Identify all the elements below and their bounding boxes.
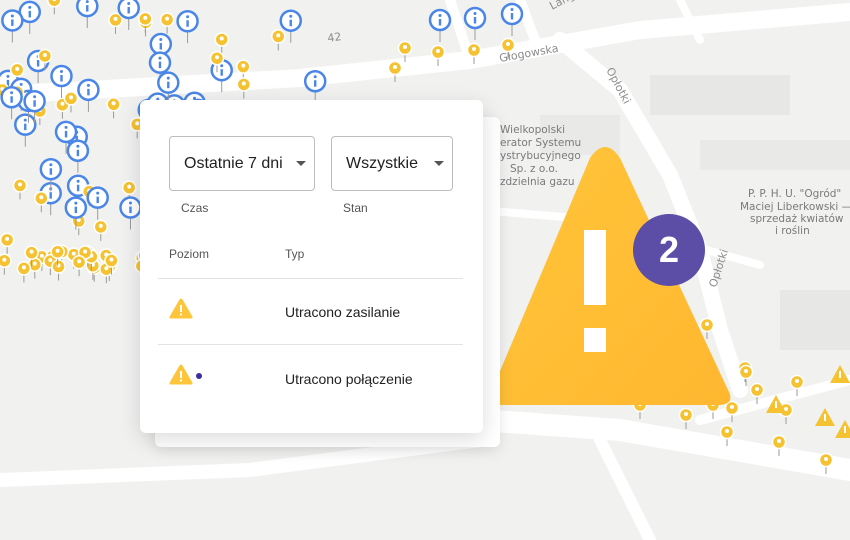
caret-down-icon [296,161,306,166]
unread-dot [196,373,202,379]
time-filter-select[interactable]: Ostatnie 7 dni [169,136,315,191]
svg-text:i roślin: i roślin [775,225,810,237]
alert-count-badge: 2 [633,214,705,286]
svg-text:Wielkopolski: Wielkopolski [500,124,565,136]
warning-icon [169,298,193,319]
time-filter-value: Ostatnie 7 dni [184,154,283,172]
table-divider [158,278,463,279]
street-label-road-number: 42 [327,30,343,45]
svg-text:sprzedaż kwiatów: sprzedaż kwiatów [750,213,844,225]
column-header-type: Typ [285,247,305,261]
row-type-text: Utracono zasilanie [285,304,401,320]
alerts-panel: Ostatnie 7 dni Czas Wszystkie Stan Pozio… [140,100,483,433]
column-header-level: Poziom [169,247,210,261]
time-filter-label: Czas [181,201,209,215]
warning-icon [169,364,193,385]
state-filter-value: Wszystkie [346,154,418,172]
svg-text:Maciej Liberkowski —: Maciej Liberkowski — [740,201,850,213]
table-divider [158,344,463,345]
map-building [780,290,850,350]
state-filter-select[interactable]: Wszystkie [331,136,453,191]
caret-down-icon [434,161,444,166]
map-building [650,75,790,115]
warning-icon[interactable] [490,140,740,410]
svg-text:P. P. H. U. "Ogród": P. P. H. U. "Ogród" [748,188,841,200]
state-filter-label: Stan [343,201,368,215]
row-type-text: Utracono połączenie [285,371,413,387]
